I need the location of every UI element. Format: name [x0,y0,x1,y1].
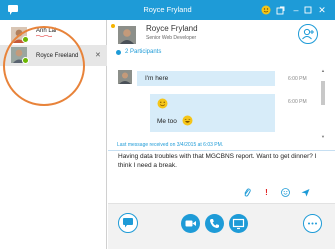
scroll-down-icon[interactable]: ▼ [320,134,326,140]
popout-icon[interactable] [273,2,287,18]
video-call-button[interactable] [181,214,200,233]
contact-name: Anh Lai [36,28,57,34]
message-bubble-incoming: I'm here [137,71,275,86]
audio-call-button[interactable] [205,214,224,233]
add-person-icon [302,28,314,40]
message-text: Me too [157,118,177,125]
contact-item-anh-lai[interactable]: Anh Lai [0,25,107,46]
spellcheck-underline [36,35,52,37]
presence-available-icon [22,36,29,43]
more-options-button[interactable] [303,214,322,233]
participants-dot-icon [116,49,121,55]
chat-bubble-icon [123,218,133,228]
presence-available-icon [22,57,29,64]
call-actions-bar [108,203,335,249]
send-icon[interactable] [301,188,310,197]
message-input[interactable]: Having data troubles with that MGCBNS re… [118,153,323,170]
message-text: I'm here [145,75,169,82]
phone-icon [209,219,219,229]
maximize-button[interactable] [301,2,315,18]
compose-area[interactable]: Having data troubles with that MGCBNS re… [108,151,335,203]
video-camera-icon [185,220,196,227]
add-participant-button[interactable] [298,24,318,44]
smile-emoticon-icon [157,98,168,109]
message-history: I'm here 6:00 PM Me too 6:00 PM [108,62,335,142]
message-bubble-outgoing: Me too [150,94,275,132]
conversation-list: Anh Lai Royce Freeland ✕ [0,20,107,249]
laugh-emoticon-icon [182,115,193,126]
contact-item-royce-freeland[interactable]: Royce Freeland ✕ [0,45,107,66]
contact-name: Royce Freeland [36,53,79,59]
sender-avatar [118,70,132,84]
conversation-scrollbar[interactable]: ▲ ▼ [320,68,326,140]
close-button[interactable]: ✕ [315,2,329,18]
message-time: 6:00 PM [288,76,307,82]
conversation-header: Royce Fryland Senior Web Developer 2 Par… [108,20,335,62]
title-bar: Royce Fryland – ✕ [0,0,335,20]
emoticon-status-icon[interactable] [259,2,273,18]
status-dot [111,24,115,28]
scroll-up-icon[interactable]: ▲ [320,68,326,74]
high-importance-icon[interactable]: ! [262,188,271,197]
im-button[interactable] [118,213,138,233]
monitor-icon [232,218,245,230]
last-received-notice: Last message received on 3/4/2015 at 6:0… [108,142,335,151]
more-icon [308,222,317,225]
contact-avatar[interactable] [118,26,136,44]
contact-name-heading: Royce Fryland [146,24,198,33]
close-conversation-button[interactable]: ✕ [95,51,101,59]
scroll-thumb[interactable] [321,81,325,105]
attach-file-icon[interactable] [242,188,251,197]
share-screen-button[interactable] [229,214,248,233]
contact-role: Senior Web Developer [146,35,197,41]
participants-link[interactable]: 2 Participants [116,49,161,55]
message-time: 6:00 PM [288,99,307,105]
emoticon-picker-icon[interactable] [281,188,290,197]
participants-label: 2 Participants [125,49,162,55]
